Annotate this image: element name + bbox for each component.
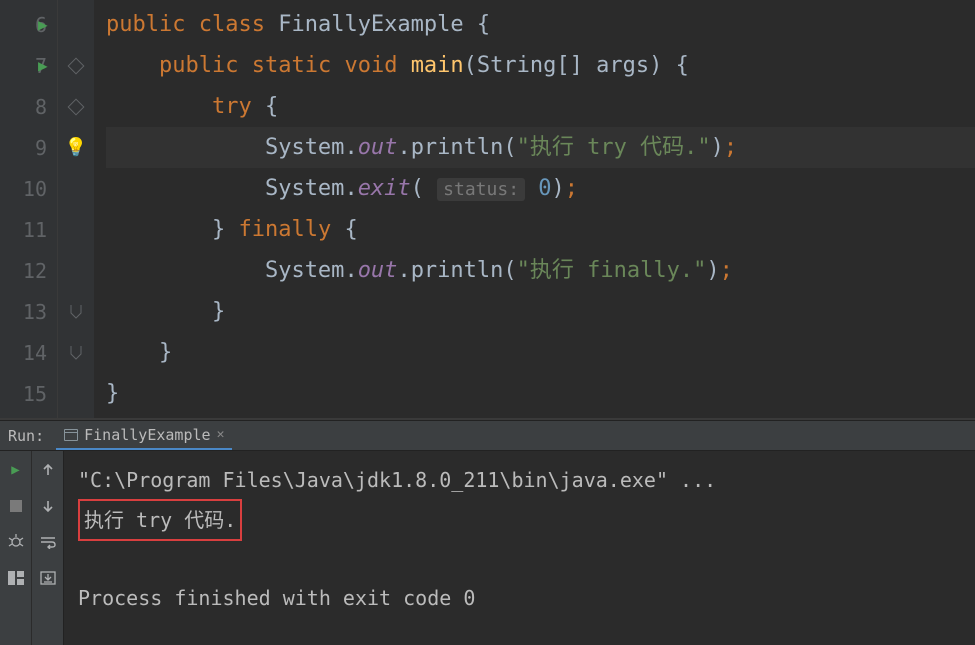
line-number[interactable]: 10 — [0, 168, 57, 209]
fold-end-icon[interactable] — [70, 346, 82, 360]
layout-icon[interactable] — [7, 569, 25, 587]
arrow-up-icon[interactable] — [39, 461, 57, 479]
line-number-gutter: 6 ▶ 7 ▶ 8 9 10 11 12 13 14 15 — [0, 0, 58, 418]
run-tab-label: FinallyExample — [84, 426, 210, 444]
application-icon — [64, 429, 78, 441]
line-number[interactable]: 6 ▶ — [0, 4, 57, 45]
line-number[interactable]: 13 — [0, 291, 57, 332]
lightbulb-icon[interactable]: 💡 — [65, 137, 87, 158]
line-number[interactable]: 8 — [0, 86, 57, 127]
line-number[interactable]: 11 — [0, 209, 57, 250]
parameter-hint: status: — [437, 178, 525, 201]
run-tool-window: Run: FinallyExample ✕ ▶ — [0, 420, 975, 645]
run-tab[interactable]: FinallyExample ✕ — [56, 421, 232, 450]
run-gutter-icon[interactable]: ▶ — [38, 15, 48, 34]
fold-gutter: 💡 — [58, 0, 94, 418]
line-number[interactable]: 9 — [0, 127, 57, 168]
run-panel-header: Run: FinallyExample ✕ — [0, 421, 975, 451]
console-output[interactable]: "C:\Program Files\Java\jdk1.8.0_211\bin\… — [64, 451, 975, 645]
highlighted-output: 执行 try 代码. — [78, 499, 242, 541]
arrow-down-icon[interactable] — [39, 497, 57, 515]
line-number[interactable]: 15 — [0, 373, 57, 414]
run-panel-title: Run: — [8, 427, 44, 445]
stop-icon[interactable] — [7, 497, 25, 515]
console-line — [78, 541, 961, 579]
soft-wrap-icon[interactable] — [39, 533, 57, 551]
code-content[interactable]: public class FinallyExample { public sta… — [94, 0, 975, 418]
console-line: Process finished with exit code 0 — [78, 579, 961, 617]
debug-icon[interactable] — [7, 533, 25, 551]
close-icon[interactable]: ✕ — [217, 427, 225, 442]
rerun-icon[interactable]: ▶ — [7, 461, 25, 479]
run-gutter-icon[interactable]: ▶ — [38, 56, 48, 75]
line-number[interactable]: 12 — [0, 250, 57, 291]
line-number[interactable]: 14 — [0, 332, 57, 373]
console-line: 执行 try 代码. — [78, 499, 961, 541]
fold-toggle-icon[interactable] — [68, 98, 85, 115]
console-line: "C:\Program Files\Java\jdk1.8.0_211\bin\… — [78, 461, 961, 499]
run-toolbar-secondary — [32, 451, 64, 645]
fold-end-icon[interactable] — [70, 305, 82, 319]
fold-toggle-icon[interactable] — [68, 57, 85, 74]
code-editor: 6 ▶ 7 ▶ 8 9 10 11 12 13 14 15 💡 public c… — [0, 0, 975, 418]
scroll-to-end-icon[interactable] — [39, 569, 57, 587]
run-toolbar-primary: ▶ — [0, 451, 32, 645]
line-number[interactable]: 7 ▶ — [0, 45, 57, 86]
